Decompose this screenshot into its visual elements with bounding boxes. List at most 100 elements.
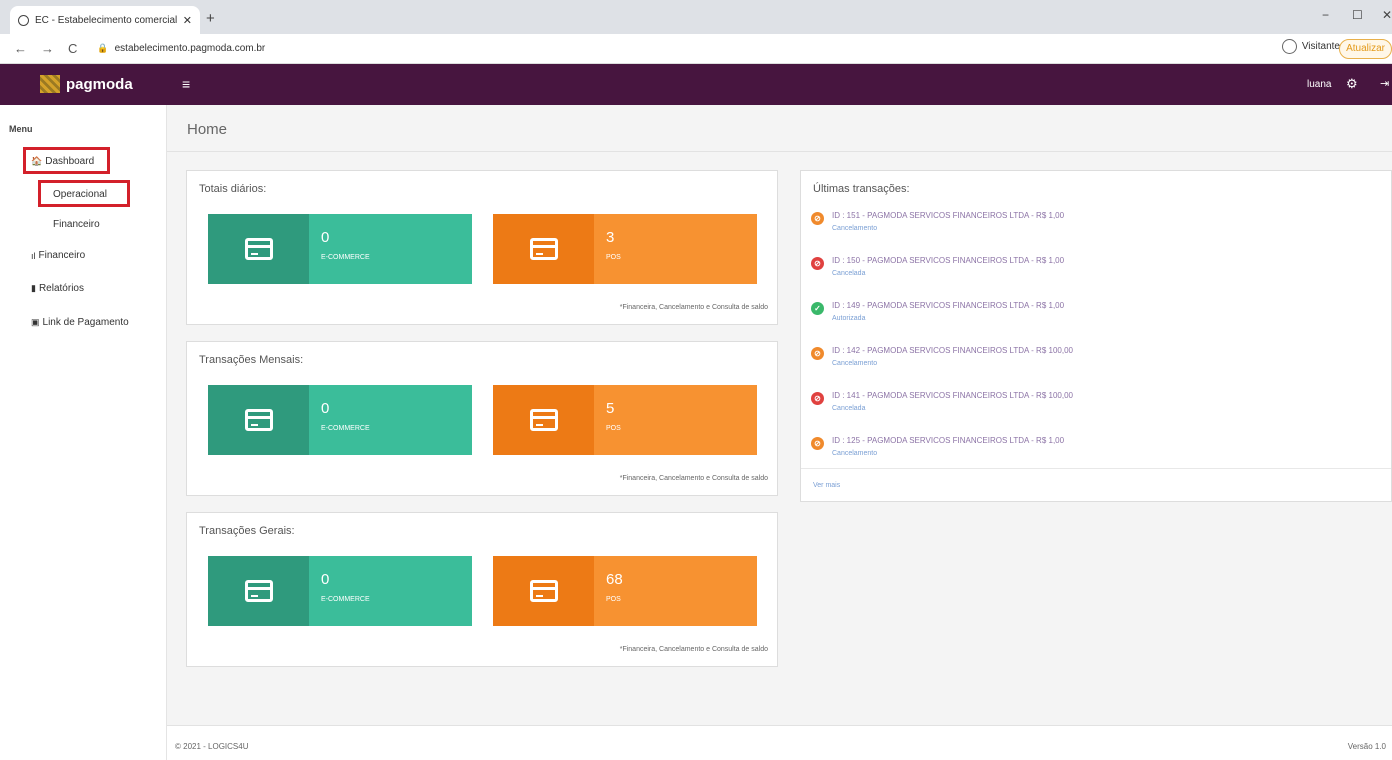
status-icon: ⊘ <box>811 437 824 450</box>
version: Versão 1.0 <box>1347 742 1386 751</box>
transaction-item[interactable]: ✓ ID : 149 - PAGMODA SERVICOS FINANCEIRO… <box>811 301 1064 322</box>
new-tab-button[interactable]: + <box>206 10 215 27</box>
footer: © 2021 - LOGICS4U Versão 1.0 <box>167 725 1392 760</box>
panel-title: Transações Gerais: <box>199 525 295 537</box>
credit-card-icon <box>244 580 273 602</box>
ecommerce-label: E-COMMERCE <box>321 254 370 261</box>
sidebar-item-relatorios[interactable]: ▮ Relatórios <box>31 283 84 294</box>
highlight-box <box>23 147 110 174</box>
transaction-text: ID : 125 - PAGMODA SERVICOS FINANCEIROS … <box>832 436 1065 445</box>
browser-tab-bar: EC - Estabelecimento comercial ✕ + − ☐ ✕ <box>0 0 1392 34</box>
pos-card[interactable]: 3 POS <box>493 214 757 284</box>
file-icon: ▮ <box>31 283 36 293</box>
pos-label: POS <box>606 254 621 261</box>
copyright: © 2021 - LOGICS4U <box>175 742 249 751</box>
panel-title: Totais diários: <box>199 183 267 195</box>
panel-note: *Financeira, Cancelamento e Consulta de … <box>619 646 768 653</box>
link-icon: ▣ <box>31 317 40 327</box>
transaction-text: ID : 141 - PAGMODA SERVICOS FINANCEIROS … <box>832 391 1073 400</box>
user-icon <box>1281 39 1297 54</box>
sidebar: Menu 🏠 Dashboard Operacional Financeiro … <box>0 105 167 760</box>
pos-value: 68 <box>606 571 623 588</box>
credit-card-icon <box>529 409 558 431</box>
transaction-item[interactable]: ⊘ ID : 150 - PAGMODA SERVICOS FINANCEIRO… <box>811 256 1064 277</box>
ecommerce-label: E-COMMERCE <box>321 425 370 432</box>
pos-value: 3 <box>606 229 615 246</box>
user-name[interactable]: luana <box>1307 79 1331 90</box>
back-icon[interactable]: ← <box>14 41 27 56</box>
sidebar-item-label: Financeiro <box>53 219 100 230</box>
ecommerce-value: 0 <box>321 571 330 588</box>
sidebar-item-financeiro[interactable]: ıl Financeiro <box>31 250 85 261</box>
panel-title: Transações Mensais: <box>199 354 304 366</box>
transaction-status: Cancelamento <box>832 450 878 457</box>
transaction-text: ID : 142 - PAGMODA SERVICOS FINANCEIROS … <box>832 346 1073 355</box>
divider <box>801 468 1391 469</box>
logo-text: pagmoda <box>66 75 133 93</box>
highlight-box <box>38 180 130 207</box>
logo-mark-icon <box>40 75 60 93</box>
lock-icon: 🔒 <box>97 43 109 53</box>
ecommerce-card[interactable]: 0 E-COMMERCE <box>208 214 472 284</box>
panel-note: *Financeira, Cancelamento e Consulta de … <box>619 304 768 311</box>
pos-card[interactable]: 5 POS <box>493 385 757 455</box>
transaction-item[interactable]: ⊘ ID : 151 - PAGMODA SERVICOS FINANCEIRO… <box>811 211 1064 232</box>
panel-ultimas-transacoes: Últimas transações: ⊘ ID : 151 - PAGMODA… <box>800 170 1392 502</box>
panel-transacoes-gerais: Transações Gerais: 0 E-COMMERCE 68 POS *… <box>186 512 778 667</box>
ecommerce-label: E-COMMERCE <box>321 596 370 603</box>
maximize-icon[interactable]: ☐ <box>1352 8 1363 22</box>
transaction-text: ID : 151 - PAGMODA SERVICOS FINANCEIROS … <box>832 211 1065 220</box>
transaction-status: Cancelada <box>832 270 866 277</box>
page-title: Home <box>187 121 228 138</box>
address-bar[interactable]: estabelecimento.pagmoda.com.br <box>115 43 266 54</box>
close-window-icon[interactable]: ✕ <box>1382 8 1392 22</box>
status-icon: ⊘ <box>811 392 824 405</box>
sidebar-item-label: Financeiro <box>38 250 86 261</box>
ecommerce-value: 0 <box>321 229 330 246</box>
pos-card[interactable]: 68 POS <box>493 556 757 626</box>
app-header: pagmoda ≡ luana ⚙ ⇥ <box>0 64 1392 105</box>
credit-card-icon <box>244 238 273 260</box>
gear-icon[interactable]: ⚙ <box>1346 76 1358 92</box>
transaction-item[interactable]: ⊘ ID : 141 - PAGMODA SERVICOS FINANCEIRO… <box>811 391 1073 412</box>
forward-icon[interactable]: → <box>41 41 54 56</box>
reload-icon[interactable]: C <box>68 41 77 56</box>
sidebar-item-financeiro-sub[interactable]: Financeiro <box>53 219 100 230</box>
status-icon: ⊘ <box>811 347 824 360</box>
transaction-item[interactable]: ⊘ ID : 125 - PAGMODA SERVICOS FINANCEIRO… <box>811 436 1064 457</box>
tab-title: EC - Estabelecimento comercial <box>35 14 178 26</box>
minimize-icon[interactable]: − <box>1322 8 1329 22</box>
transaction-status: Cancelamento <box>832 225 878 232</box>
credit-card-icon <box>529 238 558 260</box>
sidebar-item-label: Relatórios <box>38 283 84 294</box>
ecommerce-card[interactable]: 0 E-COMMERCE <box>208 385 472 455</box>
logo[interactable]: pagmoda <box>40 75 133 93</box>
browser-tab[interactable]: EC - Estabelecimento comercial ✕ <box>10 6 200 34</box>
ecommerce-value: 0 <box>321 400 330 417</box>
sidebar-item-label: Link de Pagamento <box>42 317 129 328</box>
browser-toolbar: ← → C 🔒 estabelecimento.pagmoda.com.br V… <box>0 34 1392 64</box>
page-header: Home <box>167 105 1392 152</box>
menu-title: Menu <box>9 124 33 134</box>
main-content: Home Totais diários: 0 E-COMMERCE 3 POS … <box>167 105 1392 760</box>
status-icon: ⊘ <box>811 212 824 225</box>
sidebar-item-link-pagamento[interactable]: ▣ Link de Pagamento <box>31 317 129 328</box>
update-button[interactable]: Atualizar <box>1339 39 1392 59</box>
transaction-item[interactable]: ⊘ ID : 142 - PAGMODA SERVICOS FINANCEIRO… <box>811 346 1073 367</box>
menu-toggle-icon[interactable]: ≡ <box>182 76 190 92</box>
logout-icon[interactable]: ⇥ <box>1380 77 1389 90</box>
pos-label: POS <box>606 596 621 603</box>
ecommerce-card[interactable]: 0 E-COMMERCE <box>208 556 472 626</box>
credit-card-icon <box>244 409 273 431</box>
globe-icon <box>18 14 29 26</box>
pos-label: POS <box>606 425 621 432</box>
ver-mais-link[interactable]: Ver mais <box>813 482 840 489</box>
panel-note: *Financeira, Cancelamento e Consulta de … <box>619 475 768 482</box>
tab-close-icon[interactable]: ✕ <box>183 14 192 27</box>
profile-button[interactable]: Visitante <box>1281 39 1340 54</box>
chart-icon: ıl <box>31 250 36 261</box>
status-icon: ⊘ <box>811 257 824 270</box>
profile-label: Visitante <box>1301 41 1340 52</box>
transaction-text: ID : 150 - PAGMODA SERVICOS FINANCEIROS … <box>832 256 1065 265</box>
transaction-status: Cancelamento <box>832 360 878 367</box>
